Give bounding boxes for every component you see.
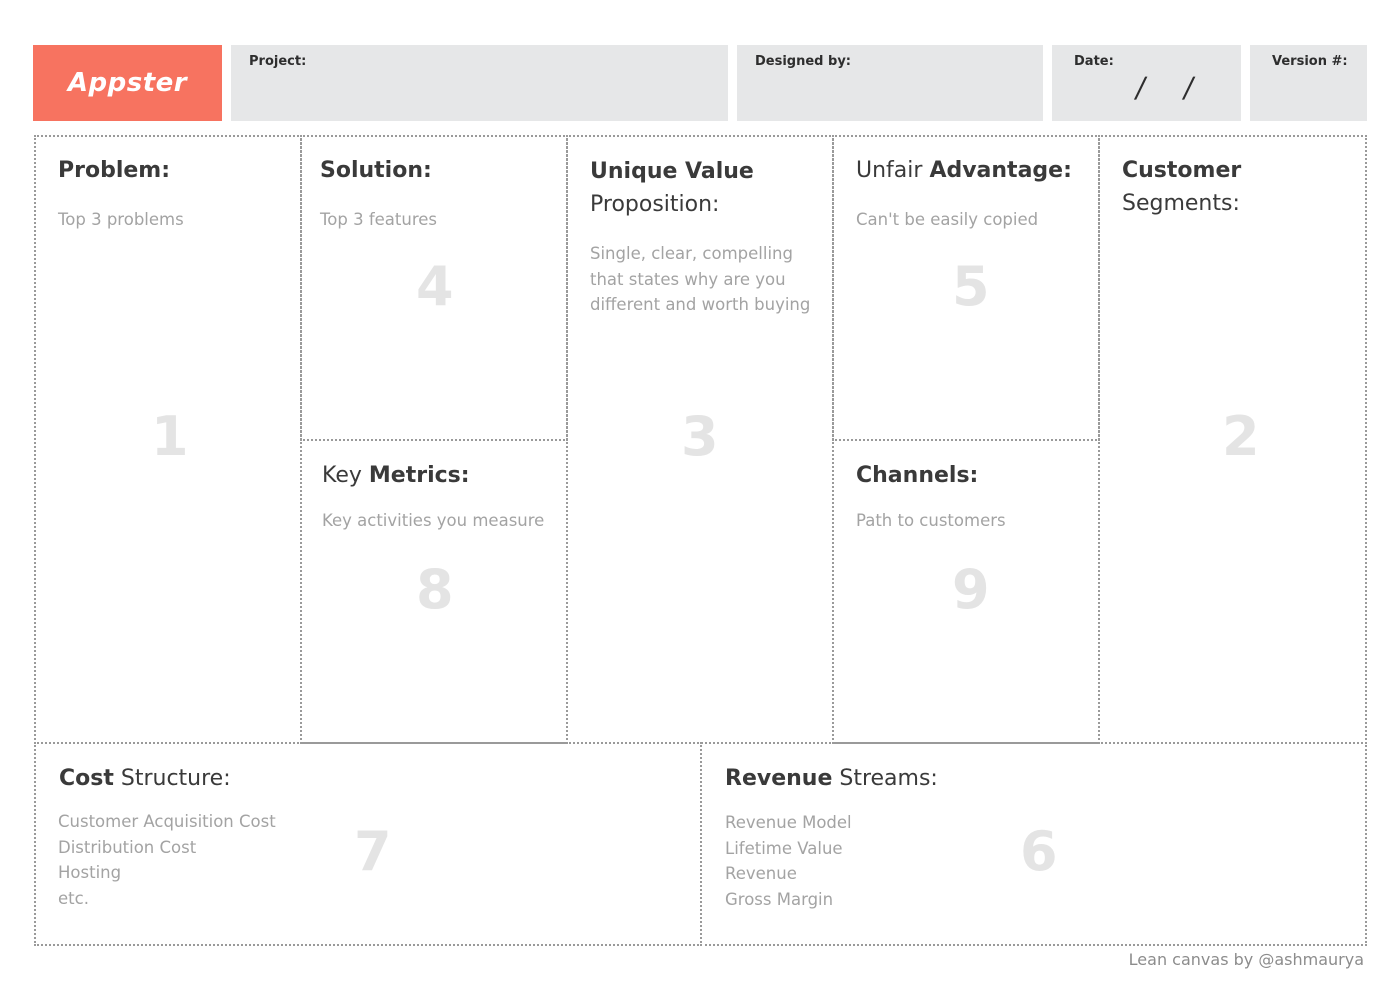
unfair-advantage-block[interactable]: Unfair Advantage: Can't be easily copied…	[832, 135, 1100, 441]
footer-credit: Lean canvas by @ashmaurya	[1128, 950, 1364, 969]
solution-hint: Top 3 features	[320, 210, 437, 229]
solution-number: 4	[416, 255, 454, 318]
project-label: Project:	[249, 54, 307, 69]
channels-number: 9	[952, 558, 990, 621]
channels-title: Channels:	[856, 463, 979, 488]
cost-structure-number: 7	[354, 820, 392, 883]
problem-number: 1	[151, 405, 189, 468]
version-label: Version #:	[1272, 54, 1348, 69]
uvp-hint: Single, clear, compelling that states wh…	[590, 244, 811, 314]
unfair-advantage-hint: Can't be easily copied	[856, 210, 1039, 229]
designed-by-label: Designed by:	[755, 54, 851, 69]
problem-hint: Top 3 problems	[58, 210, 184, 229]
cost-structure-hint: Customer Acquisition Cost Distribution C…	[58, 812, 276, 908]
solution-block[interactable]: Solution: Top 3 features 4	[300, 135, 568, 441]
uvp-number: 3	[681, 405, 719, 468]
key-metrics-number: 8	[416, 558, 454, 621]
problem-title: Problem:	[58, 158, 171, 183]
customer-segments-number: 2	[1222, 405, 1260, 468]
customer-segments-title: Customer Segments:	[1122, 158, 1242, 216]
revenue-streams-block[interactable]: Revenue Streams: Revenue Model Lifetime …	[700, 742, 1367, 946]
problem-block[interactable]: Problem: Top 3 problems 1	[34, 135, 302, 744]
logo-text: Appster	[67, 68, 188, 98]
date-separator: /	[1181, 71, 1197, 104]
key-metrics-block[interactable]: Key Metrics: Key activities you measure …	[300, 439, 568, 744]
key-metrics-title: Key Metrics:	[322, 463, 470, 488]
project-field[interactable]: Project:	[231, 45, 728, 121]
designed-by-field[interactable]: Designed by:	[737, 45, 1043, 121]
channels-hint: Path to customers	[856, 511, 1006, 530]
uvp-title: Unique Value Proposition:	[590, 159, 754, 217]
customer-segments-block[interactable]: Customer Segments: 2	[1098, 135, 1367, 744]
solution-title: Solution:	[320, 158, 432, 183]
revenue-streams-number: 6	[1020, 820, 1058, 883]
cost-structure-block[interactable]: Cost Structure: Customer Acquisition Cos…	[34, 742, 702, 946]
unfair-advantage-number: 5	[952, 255, 990, 318]
unfair-advantage-title: Unfair Advantage:	[856, 158, 1072, 183]
key-metrics-hint: Key activities you measure	[322, 511, 545, 530]
unique-value-proposition-block[interactable]: Unique Value Proposition: Single, clear, …	[566, 135, 834, 744]
cost-structure-title: Cost Structure:	[59, 766, 231, 791]
brand-logo: Appster	[33, 45, 222, 121]
date-field[interactable]: Date: / /	[1052, 45, 1241, 121]
version-field[interactable]: Version #:	[1250, 45, 1367, 121]
revenue-streams-title: Revenue Streams:	[725, 766, 938, 791]
date-label: Date:	[1074, 54, 1114, 69]
revenue-streams-hint: Revenue Model Lifetime Value Revenue Gro…	[725, 813, 852, 909]
date-separator: /	[1133, 71, 1149, 104]
channels-block[interactable]: Channels: Path to customers 9	[832, 439, 1100, 744]
